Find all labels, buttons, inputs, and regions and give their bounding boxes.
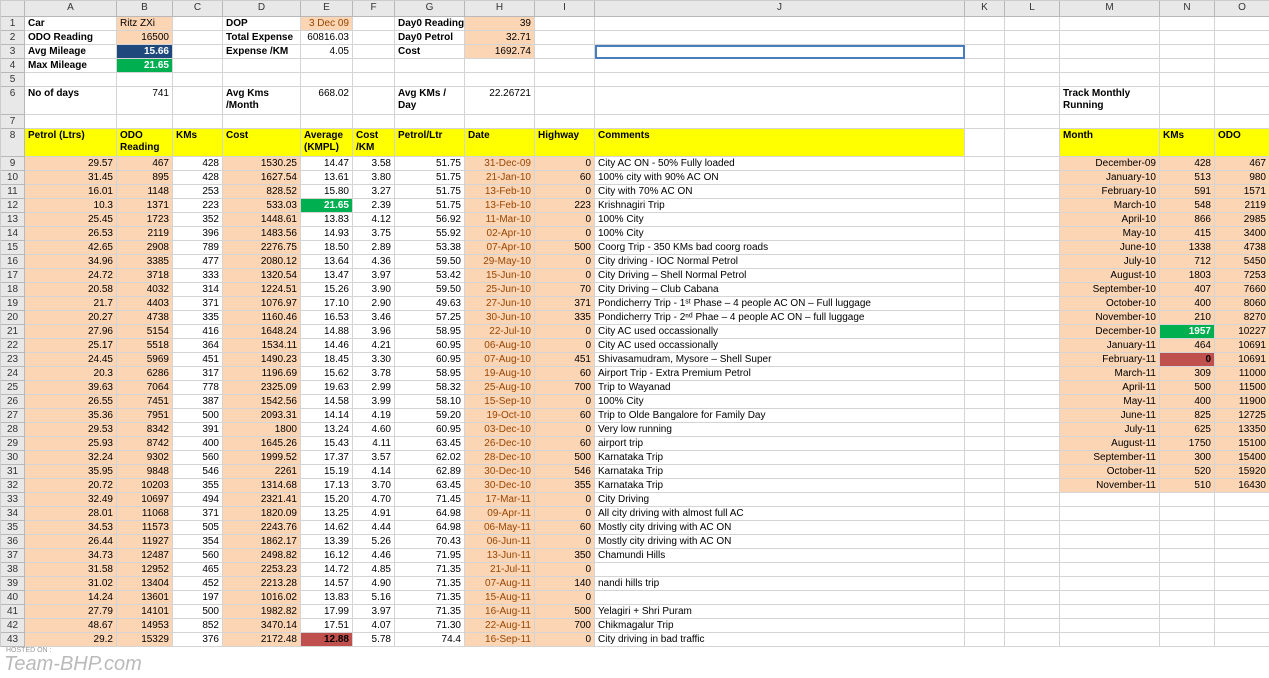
row-header[interactable]: 19 <box>1 297 25 311</box>
row-header[interactable]: 14 <box>1 227 25 241</box>
row-header[interactable]: 35 <box>1 521 25 535</box>
col-header[interactable]: B <box>117 1 173 17</box>
row-header[interactable]: 34 <box>1 507 25 521</box>
row-header[interactable]: 12 <box>1 199 25 213</box>
row-header[interactable]: 41 <box>1 605 25 619</box>
row-header[interactable]: 33 <box>1 493 25 507</box>
row-header[interactable]: 9 <box>1 157 25 171</box>
row-header[interactable]: 37 <box>1 549 25 563</box>
row-header[interactable]: 29 <box>1 437 25 451</box>
row-header[interactable]: 8 <box>1 129 25 157</box>
row-header[interactable]: 17 <box>1 269 25 283</box>
col-header[interactable]: O <box>1215 1 1269 17</box>
row-header[interactable]: 13 <box>1 213 25 227</box>
spreadsheet-grid[interactable]: ABCDEFGHIJKLMNO1CarRitz ZXiDOP3 Dec 09Da… <box>0 0 1269 647</box>
row-header[interactable]: 6 <box>1 87 25 115</box>
row-header[interactable]: 11 <box>1 185 25 199</box>
row-header[interactable]: 22 <box>1 339 25 353</box>
watermark: Team-BHP.com <box>4 653 142 676</box>
row-header[interactable]: 25 <box>1 381 25 395</box>
col-header[interactable]: K <box>965 1 1005 17</box>
row-header[interactable]: 31 <box>1 465 25 479</box>
row-header[interactable]: 20 <box>1 311 25 325</box>
row-header[interactable]: 2 <box>1 31 25 45</box>
row-header[interactable]: 7 <box>1 115 25 129</box>
row-header[interactable]: 36 <box>1 535 25 549</box>
col-header[interactable]: H <box>465 1 535 17</box>
row-header[interactable]: 38 <box>1 563 25 577</box>
row-header[interactable]: 32 <box>1 479 25 493</box>
col-header[interactable]: L <box>1005 1 1060 17</box>
row-header[interactable]: 23 <box>1 353 25 367</box>
row-header[interactable]: 18 <box>1 283 25 297</box>
row-header[interactable]: 27 <box>1 409 25 423</box>
col-header[interactable]: F <box>353 1 395 17</box>
row-header[interactable]: 30 <box>1 451 25 465</box>
row-header[interactable]: 5 <box>1 73 25 87</box>
col-header[interactable]: G <box>395 1 465 17</box>
hosted-label: HOSTED ON : <box>6 647 52 654</box>
row-header[interactable]: 15 <box>1 241 25 255</box>
row-header[interactable]: 24 <box>1 367 25 381</box>
col-header[interactable]: D <box>223 1 301 17</box>
row-header[interactable]: 10 <box>1 171 25 185</box>
col-header[interactable]: C <box>173 1 223 17</box>
row-header[interactable]: 39 <box>1 577 25 591</box>
col-header[interactable] <box>1 1 25 17</box>
row-header[interactable]: 28 <box>1 423 25 437</box>
row-header[interactable]: 40 <box>1 591 25 605</box>
row-header[interactable]: 21 <box>1 325 25 339</box>
row-header[interactable]: 26 <box>1 395 25 409</box>
col-header[interactable]: J <box>595 1 965 17</box>
row-header[interactable]: 43 <box>1 633 25 647</box>
row-header[interactable]: 3 <box>1 45 25 59</box>
row-header[interactable]: 16 <box>1 255 25 269</box>
col-header[interactable]: E <box>301 1 353 17</box>
row-header[interactable]: 1 <box>1 17 25 31</box>
row-header[interactable]: 42 <box>1 619 25 633</box>
selected-cell[interactable] <box>595 45 965 59</box>
row-header[interactable]: 4 <box>1 59 25 73</box>
col-header[interactable]: I <box>535 1 595 17</box>
col-header[interactable]: M <box>1060 1 1160 17</box>
col-header[interactable]: A <box>25 1 117 17</box>
col-header[interactable]: N <box>1160 1 1215 17</box>
